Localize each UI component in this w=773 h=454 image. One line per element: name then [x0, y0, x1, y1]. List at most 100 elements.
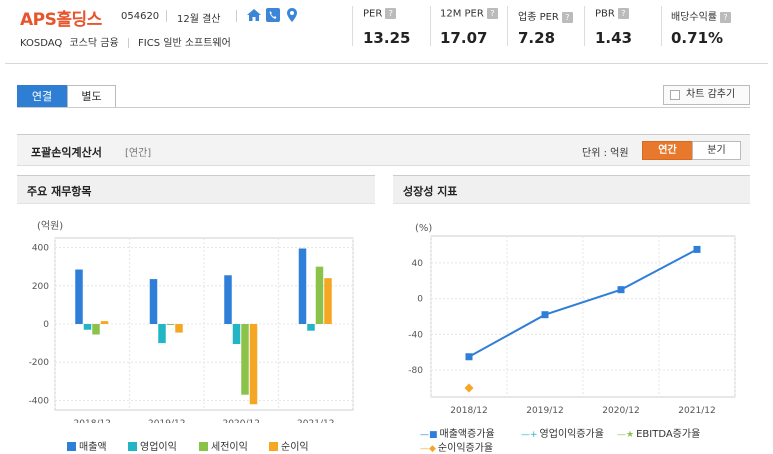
bar [224, 275, 232, 324]
x-tick-label: 2018/12 [450, 406, 487, 416]
divider [236, 10, 237, 22]
tab-consolidated[interactable]: 연결 [17, 85, 67, 108]
metric-value: 13.25 [363, 29, 411, 47]
left-panel-title: 주요 재무항목 [27, 185, 92, 198]
section-header: 포괄손익계산서 [연간] 단위 : 억원 연간 분기 [17, 134, 750, 166]
metric-value: 17.07 [440, 29, 488, 47]
bar [92, 324, 100, 335]
divider [352, 6, 353, 46]
legend-swatch [67, 442, 76, 451]
metric-value: 0.71% [671, 29, 724, 47]
growth-chart: (%) 40 0 -40 -80 2018/12 2019/12 2020/12 2021/12 [408, 223, 736, 416]
x-tick-label: 2020/12 [223, 419, 260, 423]
valuation-metrics: PER? 13.25 12M PER? 17.07 업종 PER? 7.28 P… [352, 0, 772, 52]
legend-swatch [199, 442, 208, 451]
tabs-divider [17, 107, 750, 108]
legend-item[interactable]: 순이익 [269, 438, 309, 453]
sector-info: KOSDAQ 코스닥 금융 FICS 일반 소프트웨어 [20, 34, 231, 49]
legend-label: 영업이익 [140, 442, 177, 453]
legend-item[interactable]: —◆ 순이익증가율 [420, 439, 493, 454]
right-panel-title: 성장성 지표 [403, 185, 458, 198]
bar [241, 324, 249, 395]
metric-label: 배당수익률 [671, 12, 717, 23]
toggle-annual[interactable]: 연간 [642, 141, 693, 160]
bar [100, 321, 109, 324]
metric-label: PBR [595, 8, 615, 20]
y-tick-label: 200 [32, 282, 49, 292]
x-tick-label: 2020/12 [602, 406, 639, 416]
divider [507, 6, 508, 46]
legend-item[interactable]: 매출액 [67, 438, 107, 453]
hide-chart-button[interactable]: 차트 감추기 [663, 85, 750, 105]
legend-label: 순이익 [281, 442, 309, 453]
y-tick-label: -80 [408, 366, 423, 376]
hide-chart-label: 차트 감추기 [686, 89, 736, 100]
legend-item[interactable]: —■ 매출액증가율 [420, 425, 495, 440]
location-icon[interactable] [284, 7, 300, 23]
metric-label: PER [363, 8, 383, 20]
legend-label: EBITDA증가율 [636, 429, 701, 440]
y-tick-label: -200 [29, 358, 50, 368]
legend-marker-icon: —+ [521, 430, 538, 440]
metric-value: 7.28 [518, 29, 556, 47]
legend-label: 세전이익 [211, 442, 248, 453]
section-subtitle: [연간] [125, 148, 152, 159]
legend-swatch [128, 442, 137, 451]
help-icon[interactable]: ? [617, 8, 629, 19]
x-tick-label: 2021/12 [297, 419, 334, 423]
help-icon[interactable]: ? [720, 11, 731, 23]
header-divider [5, 63, 768, 64]
company-name[interactable]: APS홀딩스 [20, 5, 102, 30]
y-tick-label: -40 [408, 330, 423, 340]
legend-item[interactable]: 세전이익 [199, 438, 248, 453]
bar [149, 279, 158, 324]
bar [232, 324, 241, 345]
metric-value: 1.43 [595, 29, 633, 47]
legend-item[interactable]: —+ 영업이익증가율 [521, 425, 604, 440]
help-icon[interactable]: ? [486, 8, 498, 19]
divider [166, 10, 167, 22]
toggle-quarterly[interactable]: 분기 [692, 141, 741, 160]
y-tick-label: 40 [412, 259, 424, 269]
x-tick-label: 2021/12 [678, 406, 715, 416]
legend-marker-icon: —◆ [420, 444, 436, 454]
data-point [541, 311, 549, 319]
help-icon[interactable]: ? [385, 8, 397, 19]
y-tick-label: 0 [417, 295, 423, 305]
legend-label: 매출액 [79, 442, 107, 453]
market-sector: 코스닥 금융 [69, 38, 119, 49]
bar [307, 324, 315, 331]
x-tick-label: 2019/12 [526, 406, 563, 416]
bar [83, 324, 92, 330]
legend-item[interactable]: 영업이익 [128, 438, 177, 453]
y-tick-label: 0 [43, 320, 49, 330]
left-panel-header: 주요 재무항목 [17, 175, 375, 204]
data-point [617, 286, 625, 294]
home-icon[interactable] [246, 7, 262, 23]
market: KOSDAQ [20, 38, 63, 49]
fics-sector: FICS 일반 소프트웨어 [138, 38, 231, 49]
y-axis-label: (억원) [37, 220, 63, 232]
legend-marker-icon: —★ [617, 430, 635, 440]
divider [127, 38, 129, 48]
divider [430, 6, 431, 46]
bar [175, 324, 183, 333]
legend-label: 영업이익증가율 [539, 429, 604, 440]
tab-separate[interactable]: 별도 [67, 85, 116, 108]
unit-label: 단위 : 억원 [582, 148, 629, 159]
legend-label: 순이익증가율 [437, 443, 494, 454]
right-panel-header: 성장성 지표 [393, 175, 750, 204]
divider [584, 6, 585, 46]
checkbox-icon[interactable] [670, 90, 680, 100]
x-tick-label: 2019/12 [148, 419, 185, 423]
stock-code: 054620 [121, 11, 160, 22]
help-icon[interactable]: ? [561, 11, 573, 23]
company-header: APS홀딩스 054620 12월 결산 KOSDAQ 코스닥 금융 FICS … [0, 0, 773, 58]
legend-item[interactable]: —★ EBITDA증가율 [617, 425, 700, 440]
legend-swatch [269, 442, 278, 451]
data-point [693, 245, 701, 253]
phone-icon[interactable] [265, 7, 281, 23]
bar [158, 324, 166, 344]
bar [315, 266, 324, 324]
bar [166, 324, 175, 325]
